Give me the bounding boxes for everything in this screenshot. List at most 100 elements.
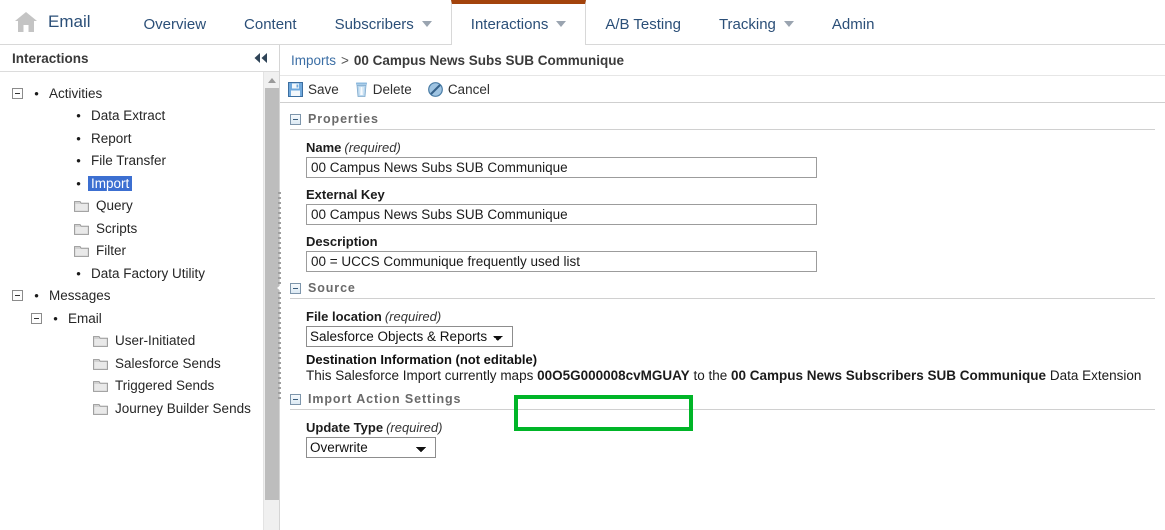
bullet-icon: •: [76, 175, 81, 191]
nav-item-interactions[interactable]: Interactions: [450, 0, 587, 45]
breadcrumb-current: 00 Campus News Subs SUB Communique: [353, 52, 624, 68]
sidebar-tree-item-email[interactable]: • Email: [0, 307, 279, 330]
sidebar-tree-item-label: Triggered Sends: [115, 378, 215, 393]
breadcrumb-separator: >: [341, 52, 349, 68]
source-section: Source File location (required) Salesforc…: [290, 281, 1155, 383]
section-collapse-toggle-icon[interactable]: [290, 282, 301, 294]
sidebar-tree-item-label: Query: [96, 198, 133, 213]
sidebar-tree-item-journey-builder-sends[interactable]: Journey Builder Sends: [0, 397, 279, 420]
sidebar-tree-item-label: Journey Builder Sends: [115, 400, 251, 416]
main-region: Interactions • Activities • Data Extract • Re…: [0, 45, 1165, 530]
top-navigation-bar: Email Overview Content Subscribers Inter…: [0, 0, 1165, 45]
sidebar-tree-item-activities[interactable]: • Activities: [0, 82, 279, 105]
sidebar-tree-item-file-transfer[interactable]: • File Transfer: [0, 150, 279, 173]
sidebar-tree-item-messages[interactable]: • Messages: [0, 285, 279, 308]
sidebar-title: Interactions: [12, 50, 89, 66]
nav-item-subscribers[interactable]: Subscribers: [316, 0, 451, 44]
properties-section: Properties Name(required) External Key D…: [290, 112, 1155, 272]
resize-pointer-icon: [277, 283, 282, 292]
import-action-settings-section: Import Action Settings Update Type (requi…: [290, 392, 1155, 458]
sidebar-tree-item-data-factory-utility[interactable]: • Data Factory Utility: [0, 262, 279, 285]
nav-item-ab-testing[interactable]: A/B Testing: [586, 0, 700, 44]
properties-section-header: Properties: [290, 112, 1155, 130]
breadcrumb-link-imports[interactable]: Imports: [291, 53, 336, 68]
file-location-field-group: File location (required) Salesforce Objec…: [306, 309, 1155, 347]
bullet-icon: •: [76, 153, 81, 169]
folder-icon: [93, 381, 108, 393]
tree-collapse-toggle-icon[interactable]: [12, 290, 23, 302]
nav-item-label: A/B Testing: [605, 15, 681, 33]
destination-information-text: This Salesforce Import currently maps 00…: [306, 368, 1155, 383]
app-brand-label: Email: [48, 12, 91, 31]
bullet-icon: •: [76, 265, 81, 281]
sidebar-tree-item-label: Messages: [49, 288, 111, 303]
nav-item-overview[interactable]: Overview: [125, 0, 226, 44]
folder-icon: [74, 246, 89, 258]
nav-item-tracking[interactable]: Tracking: [700, 0, 813, 44]
sidebar-tree-item-triggered-sends[interactable]: Triggered Sends: [0, 375, 279, 398]
folder-icon: [93, 403, 108, 415]
resize-grip-icon: [278, 192, 281, 403]
nav-item-admin[interactable]: Admin: [813, 0, 894, 44]
chevron-down-icon: [556, 21, 567, 27]
sidebar-tree-item-import[interactable]: • Import: [0, 172, 279, 195]
sidebar-tree-item-label: Data Factory Utility: [91, 265, 206, 281]
cancel-label: Cancel: [447, 81, 490, 97]
sidebar-tree-item-report[interactable]: • Report: [0, 127, 279, 150]
sidebar-tree-item-salesforce-sends[interactable]: Salesforce Sends: [0, 352, 279, 375]
save-button[interactable]: Save: [288, 81, 339, 97]
sidebar-tree-item-user-initiated[interactable]: User-Initiated: [0, 330, 279, 353]
section-collapse-toggle-icon[interactable]: [290, 113, 301, 125]
delete-button[interactable]: Delete: [355, 82, 412, 97]
update-type-select[interactable]: Overwrite: [306, 437, 436, 458]
chevron-down-icon: [421, 21, 432, 27]
bullet-icon: •: [34, 85, 39, 101]
cancel-button[interactable]: Cancel: [427, 81, 490, 97]
save-disk-icon: [288, 81, 303, 97]
nav-item-label: Tracking: [718, 15, 776, 33]
import-action-settings-title: Import Action Settings: [308, 392, 462, 406]
source-section-header: Source: [290, 281, 1155, 299]
home-button[interactable]: [0, 0, 48, 44]
description-input[interactable]: [306, 251, 817, 272]
sidebar-tree-item-filter[interactable]: Filter: [0, 240, 279, 263]
sidebar-panel: Interactions • Activities • Data Extract • Re…: [0, 45, 282, 530]
import-action-settings-header: Import Action Settings: [290, 392, 1155, 410]
section-collapse-toggle-icon[interactable]: [290, 393, 301, 405]
cancel-slash-circle-icon: [427, 81, 443, 97]
name-input[interactable]: [306, 157, 817, 178]
dest-prefix: This Salesforce Import currently maps: [306, 368, 538, 383]
sidebar-tree-item-label: Data Extract: [91, 108, 166, 123]
dest-suffix: Data Extension: [1046, 368, 1142, 383]
file-location-label: File location (required): [306, 309, 442, 324]
sidebar-tree-item-query[interactable]: Query: [0, 195, 279, 218]
chevron-down-icon: [783, 21, 794, 27]
description-field-group: Description: [306, 234, 1155, 272]
external-key-label: External Key: [306, 187, 385, 202]
nav-item-label: Admin: [831, 15, 875, 33]
external-key-input[interactable]: [306, 204, 817, 225]
dest-target-name: 00 Campus News Subscribers SUB Communiqu…: [730, 368, 1047, 383]
folder-icon: [93, 336, 108, 348]
file-location-select[interactable]: Salesforce Objects & Reports: [306, 326, 513, 347]
tree-collapse-toggle-icon[interactable]: [12, 87, 23, 99]
breadcrumb: Imports > 00 Campus News Subs SUB Commun…: [280, 45, 1165, 76]
sidebar-resize-handle[interactable]: [275, 45, 284, 530]
tree-collapse-toggle-icon[interactable]: [31, 312, 42, 324]
collapse-left-double-chevron-icon[interactable]: [251, 50, 271, 66]
sidebar-tree-scroll-area: • Activities • Data Extract • Report • File Tra…: [0, 72, 279, 530]
folder-icon: [74, 223, 89, 235]
sidebar-tree-item-data-extract[interactable]: • Data Extract: [0, 105, 279, 128]
bullet-icon: •: [34, 288, 39, 304]
content-panel: Imports > 00 Campus News Subs SUB Commun…: [280, 45, 1165, 530]
sidebar-tree-item-label: Email: [68, 310, 102, 326]
nav-item-content[interactable]: Content: [225, 0, 316, 44]
sidebar-tree-item-label: Scripts: [96, 220, 138, 236]
nav-item-label: Content: [244, 15, 297, 33]
update-type-label: Update Type (required): [306, 420, 443, 435]
save-label: Save: [308, 81, 339, 97]
sidebar-tree-item-scripts[interactable]: Scripts: [0, 217, 279, 240]
source-section-body: File location (required) Salesforce Objec…: [290, 299, 1155, 383]
properties-section-body: Name(required) External Key Description: [290, 130, 1155, 272]
delete-label: Delete: [372, 81, 412, 97]
